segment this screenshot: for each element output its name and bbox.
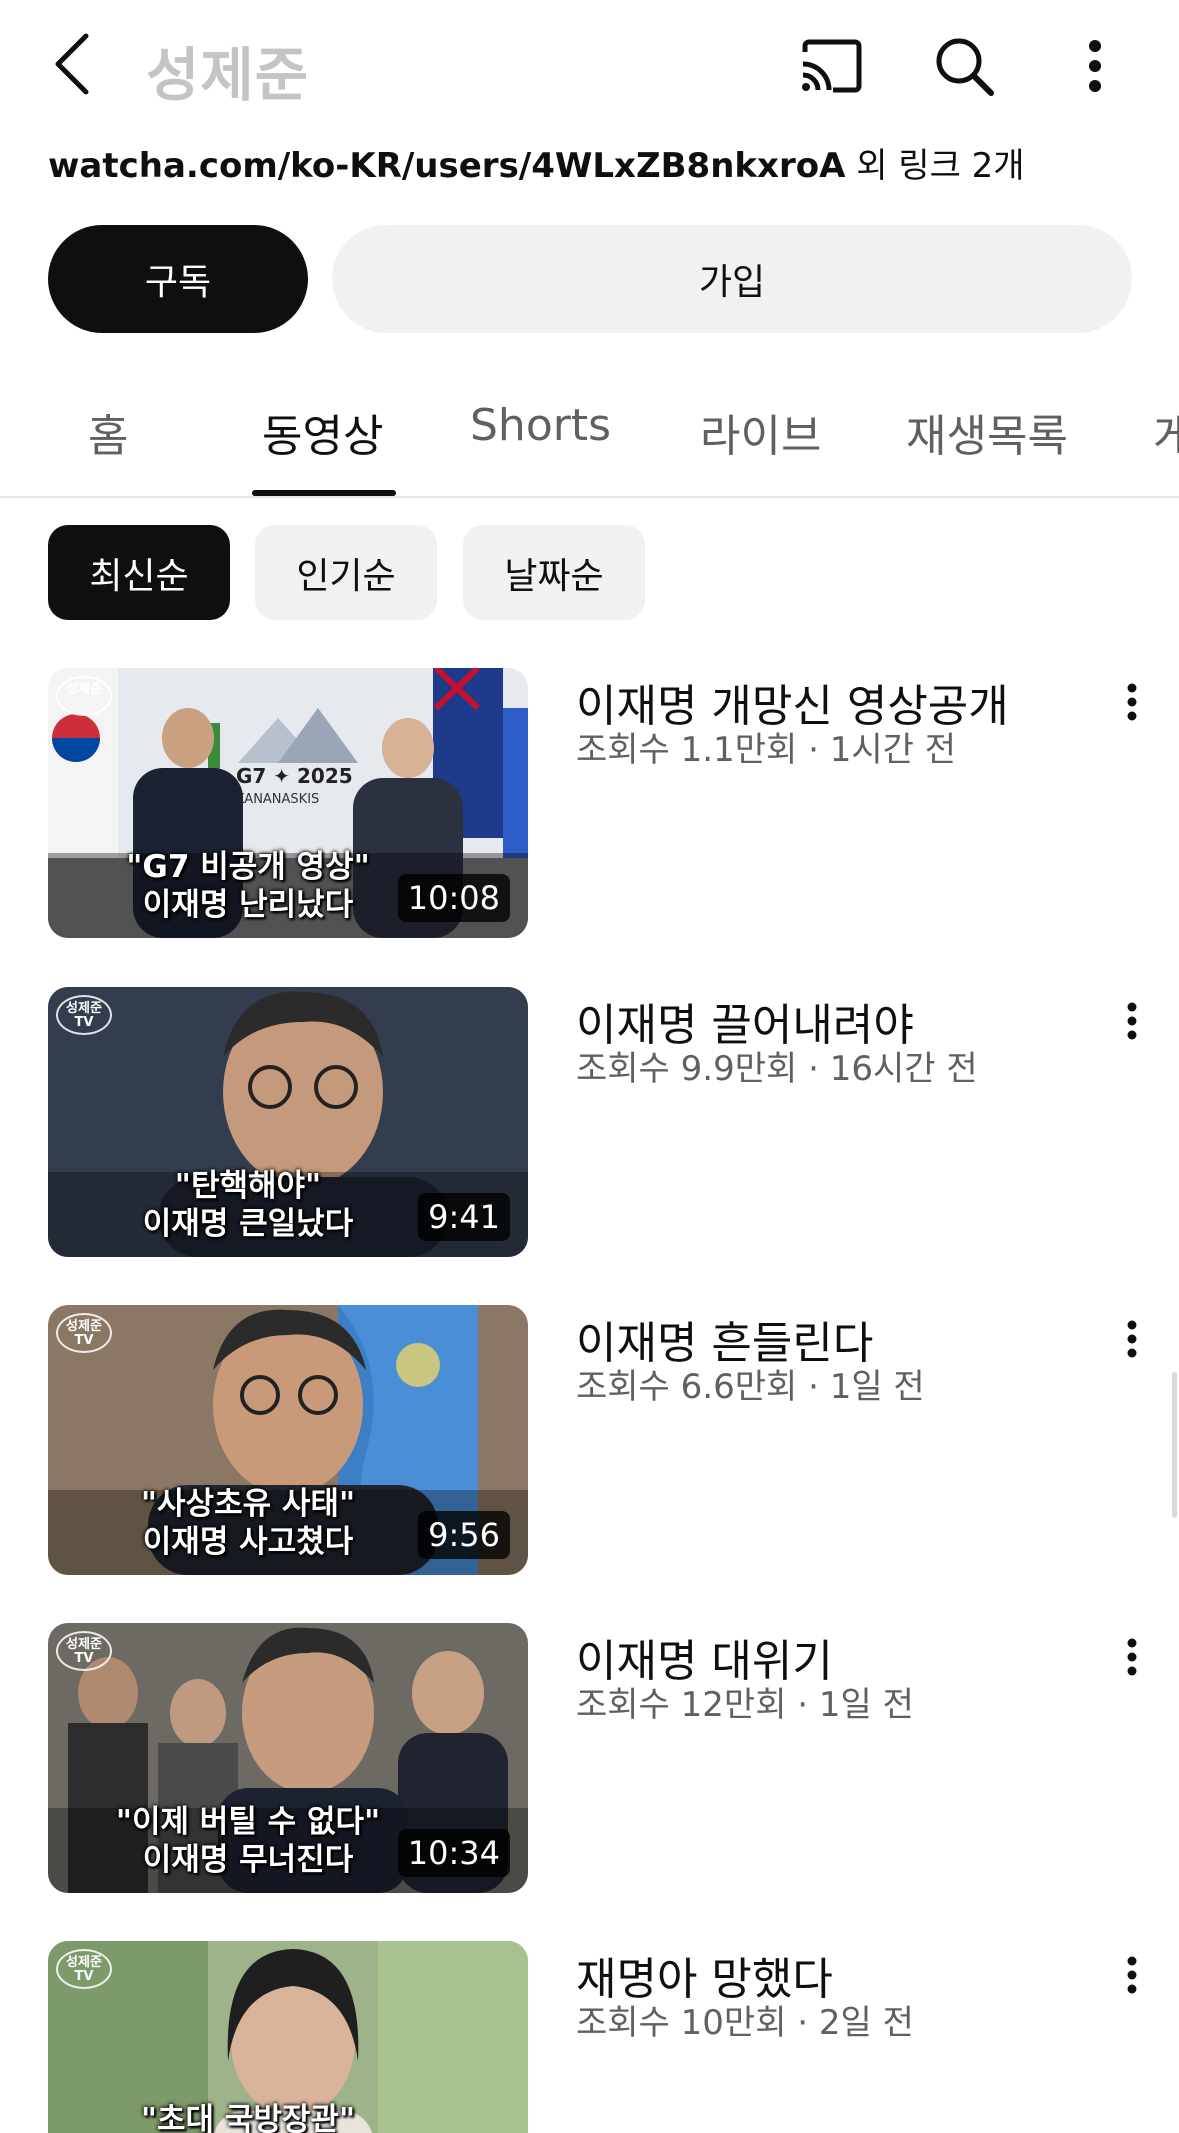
video-thumbnail[interactable]: 성제준 TV "이제 버틸 수 없다" 이재명 무너진다 10:34 — [48, 1623, 528, 1893]
thumbnail-caption: "사상초유 사태" 이재명 사고쳤다 — [48, 1485, 448, 1561]
video-item[interactable]: G7 ✦ 2025 KANANASKIS 성제준 "G7 비공개 영상" 이재명… — [0, 668, 1179, 938]
top-app-bar: 성제준 — [0, 0, 1179, 130]
channel-link-url[interactable]: watcha.com/ko-KR/users/4WLxZB8nkxroA — [48, 146, 845, 186]
thumbnail-caption-line: "사상초유 사태" — [140, 1486, 356, 1522]
channel-links[interactable]: watcha.com/ko-KR/users/4WLxZB8nkxroA 외 링… — [48, 138, 1025, 187]
video-meta: 조회수 1.1만회 · 1시간 전 — [576, 730, 956, 770]
video-item[interactable]: 성제준 TV "초대 국방장관" 재명아 망했다 조회수 10만회 · 2일 전 — [0, 1941, 1179, 2133]
thumb-sign-g7: G7 ✦ 2025 — [236, 764, 353, 788]
thumbnail-caption: "초대 국방장관" — [48, 2101, 448, 2133]
chip-popular[interactable]: 인기순 — [255, 525, 437, 620]
thumbnail-caption-line: "탄핵해야" — [174, 1168, 322, 1204]
video-thumbnail[interactable]: 성제준 TV "초대 국방장관" — [48, 1941, 528, 2133]
more-vert-icon[interactable] — [1114, 993, 1150, 1049]
tab-playlists[interactable]: 재생목록 — [906, 400, 1068, 464]
more-vert-icon[interactable] — [1114, 1947, 1150, 2003]
back-arrow-icon[interactable] — [40, 26, 104, 102]
channel-badge-logo: 성제준 — [56, 676, 112, 716]
thumbnail-caption: "탄핵해야" 이재명 큰일났다 — [48, 1167, 448, 1243]
video-thumbnail[interactable]: G7 ✦ 2025 KANANASKIS 성제준 "G7 비공개 영상" 이재명… — [48, 668, 528, 938]
video-meta: 조회수 9.9만회 · 16시간 전 — [576, 1049, 978, 1089]
thumbnail-caption-line: 이재명 무너진다 — [142, 1842, 354, 1878]
more-vert-icon[interactable] — [1070, 30, 1120, 102]
cast-icon[interactable] — [795, 32, 867, 100]
thumbnail-caption-line: 이재명 난리났다 — [142, 887, 354, 923]
video-meta: 조회수 12만회 · 1일 전 — [576, 1685, 914, 1725]
tab-home[interactable]: 홈 — [88, 400, 128, 464]
tab-community-partial[interactable]: 게 — [1153, 400, 1179, 464]
channel-title: 성제준 — [146, 41, 310, 109]
thumbnail-caption-line: "G7 비공개 영상" — [126, 849, 370, 885]
more-vert-icon[interactable] — [1114, 1311, 1150, 1367]
scrollbar[interactable] — [1172, 1372, 1177, 1518]
thumb-sign-kananaskis: KANANASKIS — [236, 792, 319, 807]
thumbnail-caption: "이제 버틸 수 없다" 이재명 무너진다 — [48, 1803, 448, 1879]
video-duration: 9:41 — [418, 1193, 510, 1241]
video-item[interactable]: 성제준 TV "탄핵해야" 이재명 큰일났다 9:41 이재명 끌어내려야 조회… — [0, 987, 1179, 1257]
thumbnail-caption-line: 이재명 큰일났다 — [142, 1206, 354, 1242]
video-thumbnail[interactable]: 성제준 TV "사상초유 사태" 이재명 사고쳤다 9:56 — [48, 1305, 528, 1575]
video-duration: 10:08 — [397, 874, 510, 922]
video-meta: 조회수 6.6만회 · 1일 전 — [576, 1367, 925, 1407]
channel-tabs: 홈 동영상 Shorts 라이브 재생목록 게 — [0, 370, 1179, 498]
video-duration: 9:56 — [418, 1511, 510, 1559]
tab-videos[interactable]: 동영상 — [262, 400, 383, 464]
video-item[interactable]: 성제준 TV "사상초유 사태" 이재명 사고쳤다 9:56 이재명 흔들린다 … — [0, 1305, 1179, 1575]
channel-badge-logo: 성제준 TV — [56, 1631, 112, 1671]
thumbnail-caption: "G7 비공개 영상" 이재명 난리났다 — [48, 848, 448, 924]
channel-badge-logo: 성제준 TV — [56, 1313, 112, 1353]
channel-link-more[interactable]: 외 링크 2개 — [845, 146, 1024, 186]
active-tab-indicator — [252, 490, 396, 496]
chip-oldest[interactable]: 날짜순 — [463, 525, 645, 620]
channel-badge-logo: 성제준 TV — [56, 995, 112, 1035]
more-vert-icon[interactable] — [1114, 674, 1150, 730]
thumbnail-caption-line: 이재명 사고쳤다 — [142, 1524, 354, 1560]
join-button[interactable]: 가입 — [332, 225, 1132, 333]
video-duration: 10:34 — [397, 1829, 510, 1877]
search-icon[interactable] — [928, 30, 1000, 102]
video-meta: 조회수 10만회 · 2일 전 — [576, 2003, 914, 2043]
thumbnail-caption-line: "이제 버틸 수 없다" — [115, 1804, 381, 1840]
subscribe-button[interactable]: 구독 — [48, 225, 308, 333]
more-vert-icon[interactable] — [1114, 1629, 1150, 1685]
tab-shorts[interactable]: Shorts — [470, 400, 611, 451]
chip-latest[interactable]: 최신순 — [48, 525, 230, 620]
thumbnail-caption-line: "초대 국방장관" — [140, 2102, 356, 2133]
video-item[interactable]: 성제준 TV "이제 버틸 수 없다" 이재명 무너진다 10:34 이재명 대… — [0, 1623, 1179, 1893]
video-thumbnail[interactable]: 성제준 TV "탄핵해야" 이재명 큰일났다 9:41 — [48, 987, 528, 1257]
tab-live[interactable]: 라이브 — [700, 400, 821, 464]
channel-badge-logo: 성제준 TV — [56, 1949, 112, 1989]
